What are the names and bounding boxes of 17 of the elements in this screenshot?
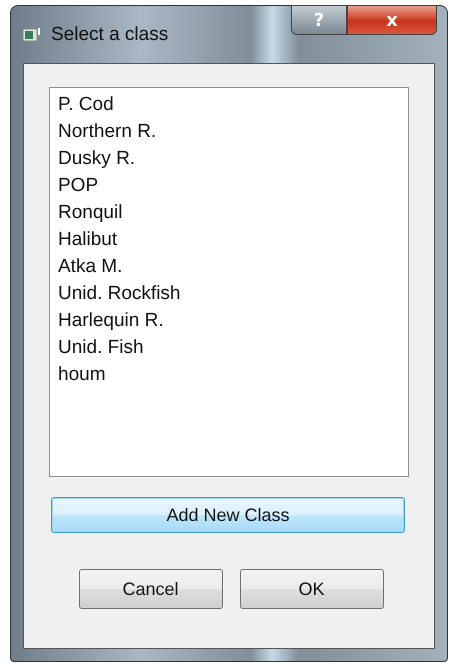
list-item[interactable]: Halibut xyxy=(58,226,400,253)
list-item[interactable]: houm xyxy=(58,361,400,388)
list-item[interactable]: Ronquil xyxy=(58,199,400,226)
ok-button[interactable]: OK xyxy=(240,569,384,609)
list-item[interactable]: P. Cod xyxy=(58,91,400,118)
list-item[interactable]: Unid. Rockfish xyxy=(58,280,400,307)
window-title: Select a class xyxy=(51,24,168,46)
list-item[interactable]: POP xyxy=(58,172,400,199)
add-class-button[interactable]: Add New Class xyxy=(51,497,405,533)
list-item[interactable]: Unid. Fish xyxy=(58,334,400,361)
list-item[interactable]: Dusky R. xyxy=(58,145,400,172)
list-item[interactable]: Atka M. xyxy=(58,253,400,280)
cancel-button[interactable]: Cancel xyxy=(78,569,222,609)
window-icon xyxy=(23,26,41,42)
close-button[interactable]: x xyxy=(347,5,437,35)
list-item[interactable]: Northern R. xyxy=(58,118,400,145)
list-item[interactable]: Harlequin R. xyxy=(58,307,400,334)
